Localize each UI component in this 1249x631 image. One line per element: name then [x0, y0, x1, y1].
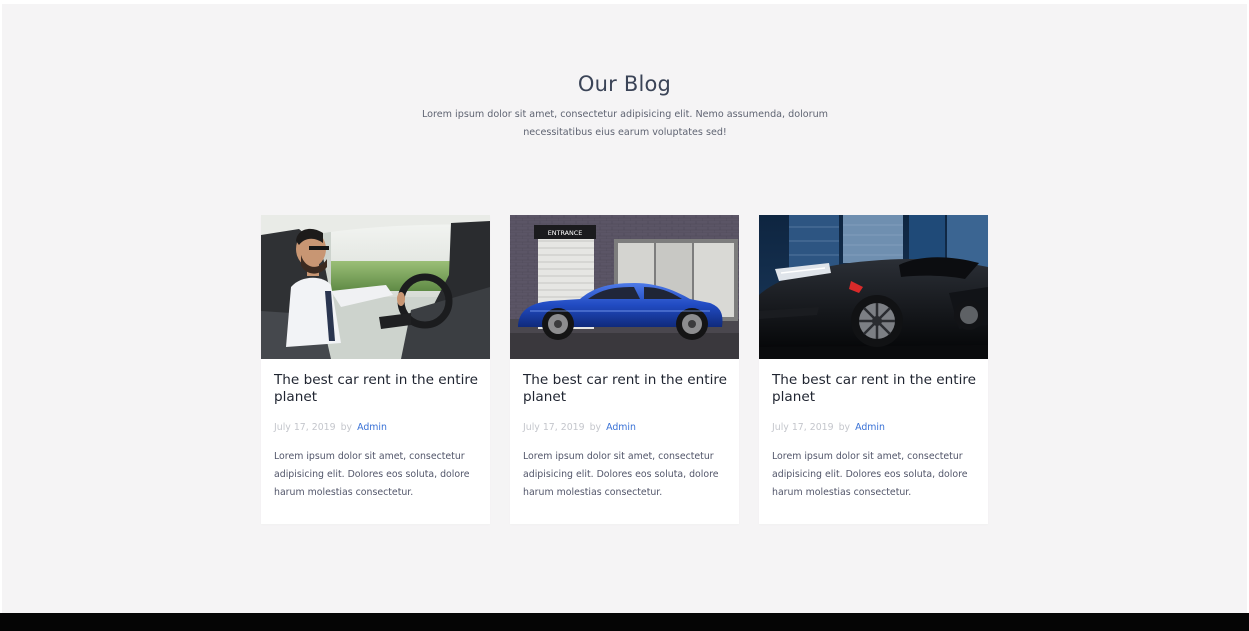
blog-post-excerpt: Lorem ipsum dolor sit amet, consectetur …: [523, 451, 719, 498]
blog-card-3[interactable]: The best car rent in the entire planet J…: [759, 215, 988, 524]
blog-post-excerpt: Lorem ipsum dolor sit amet, consectetur …: [772, 451, 968, 498]
blog-image-black-car[interactable]: [759, 215, 988, 359]
blog-card-2[interactable]: ENTRANCE The best car rent in the entire…: [510, 215, 739, 524]
blue-car-photo: ENTRANCE: [510, 215, 739, 359]
black-car-photo: [759, 215, 988, 359]
post-date: July 17, 2019: [274, 422, 336, 433]
section-title: Our Blog: [577, 72, 672, 96]
blog-post-meta: July 17, 2019 by Admin: [274, 422, 479, 433]
post-date: July 17, 2019: [772, 422, 834, 433]
blog-post-title[interactable]: The best car rent in the entire planet: [523, 372, 728, 406]
post-by-label: by: [589, 422, 602, 433]
blog-image-driver[interactable]: [261, 215, 490, 359]
post-author-link[interactable]: Admin: [606, 422, 636, 433]
blog-post-excerpt: Lorem ipsum dolor sit amet, consectetur …: [274, 451, 470, 498]
post-author-link[interactable]: Admin: [855, 422, 885, 433]
blog-post-title[interactable]: The best car rent in the entire planet: [772, 372, 977, 406]
driver-photo: [261, 215, 490, 359]
blog-post-meta: July 17, 2019 by Admin: [772, 422, 977, 433]
post-author-link[interactable]: Admin: [357, 422, 387, 433]
blog-card-1[interactable]: The best car rent in the entire planet J…: [261, 215, 490, 524]
post-by-label: by: [838, 422, 851, 433]
post-by-label: by: [340, 422, 353, 433]
blog-post-meta: July 17, 2019 by Admin: [523, 422, 728, 433]
blog-image-blue-coupe[interactable]: ENTRANCE: [510, 215, 739, 359]
blog-post-title[interactable]: The best car rent in the entire planet: [274, 372, 479, 406]
section-subtitle: Lorem ipsum dolor sit amet, consectetur …: [421, 109, 829, 138]
post-date: July 17, 2019: [523, 422, 585, 433]
entrance-sign: ENTRANCE: [548, 229, 583, 237]
footer-bar: [0, 613, 1249, 631]
